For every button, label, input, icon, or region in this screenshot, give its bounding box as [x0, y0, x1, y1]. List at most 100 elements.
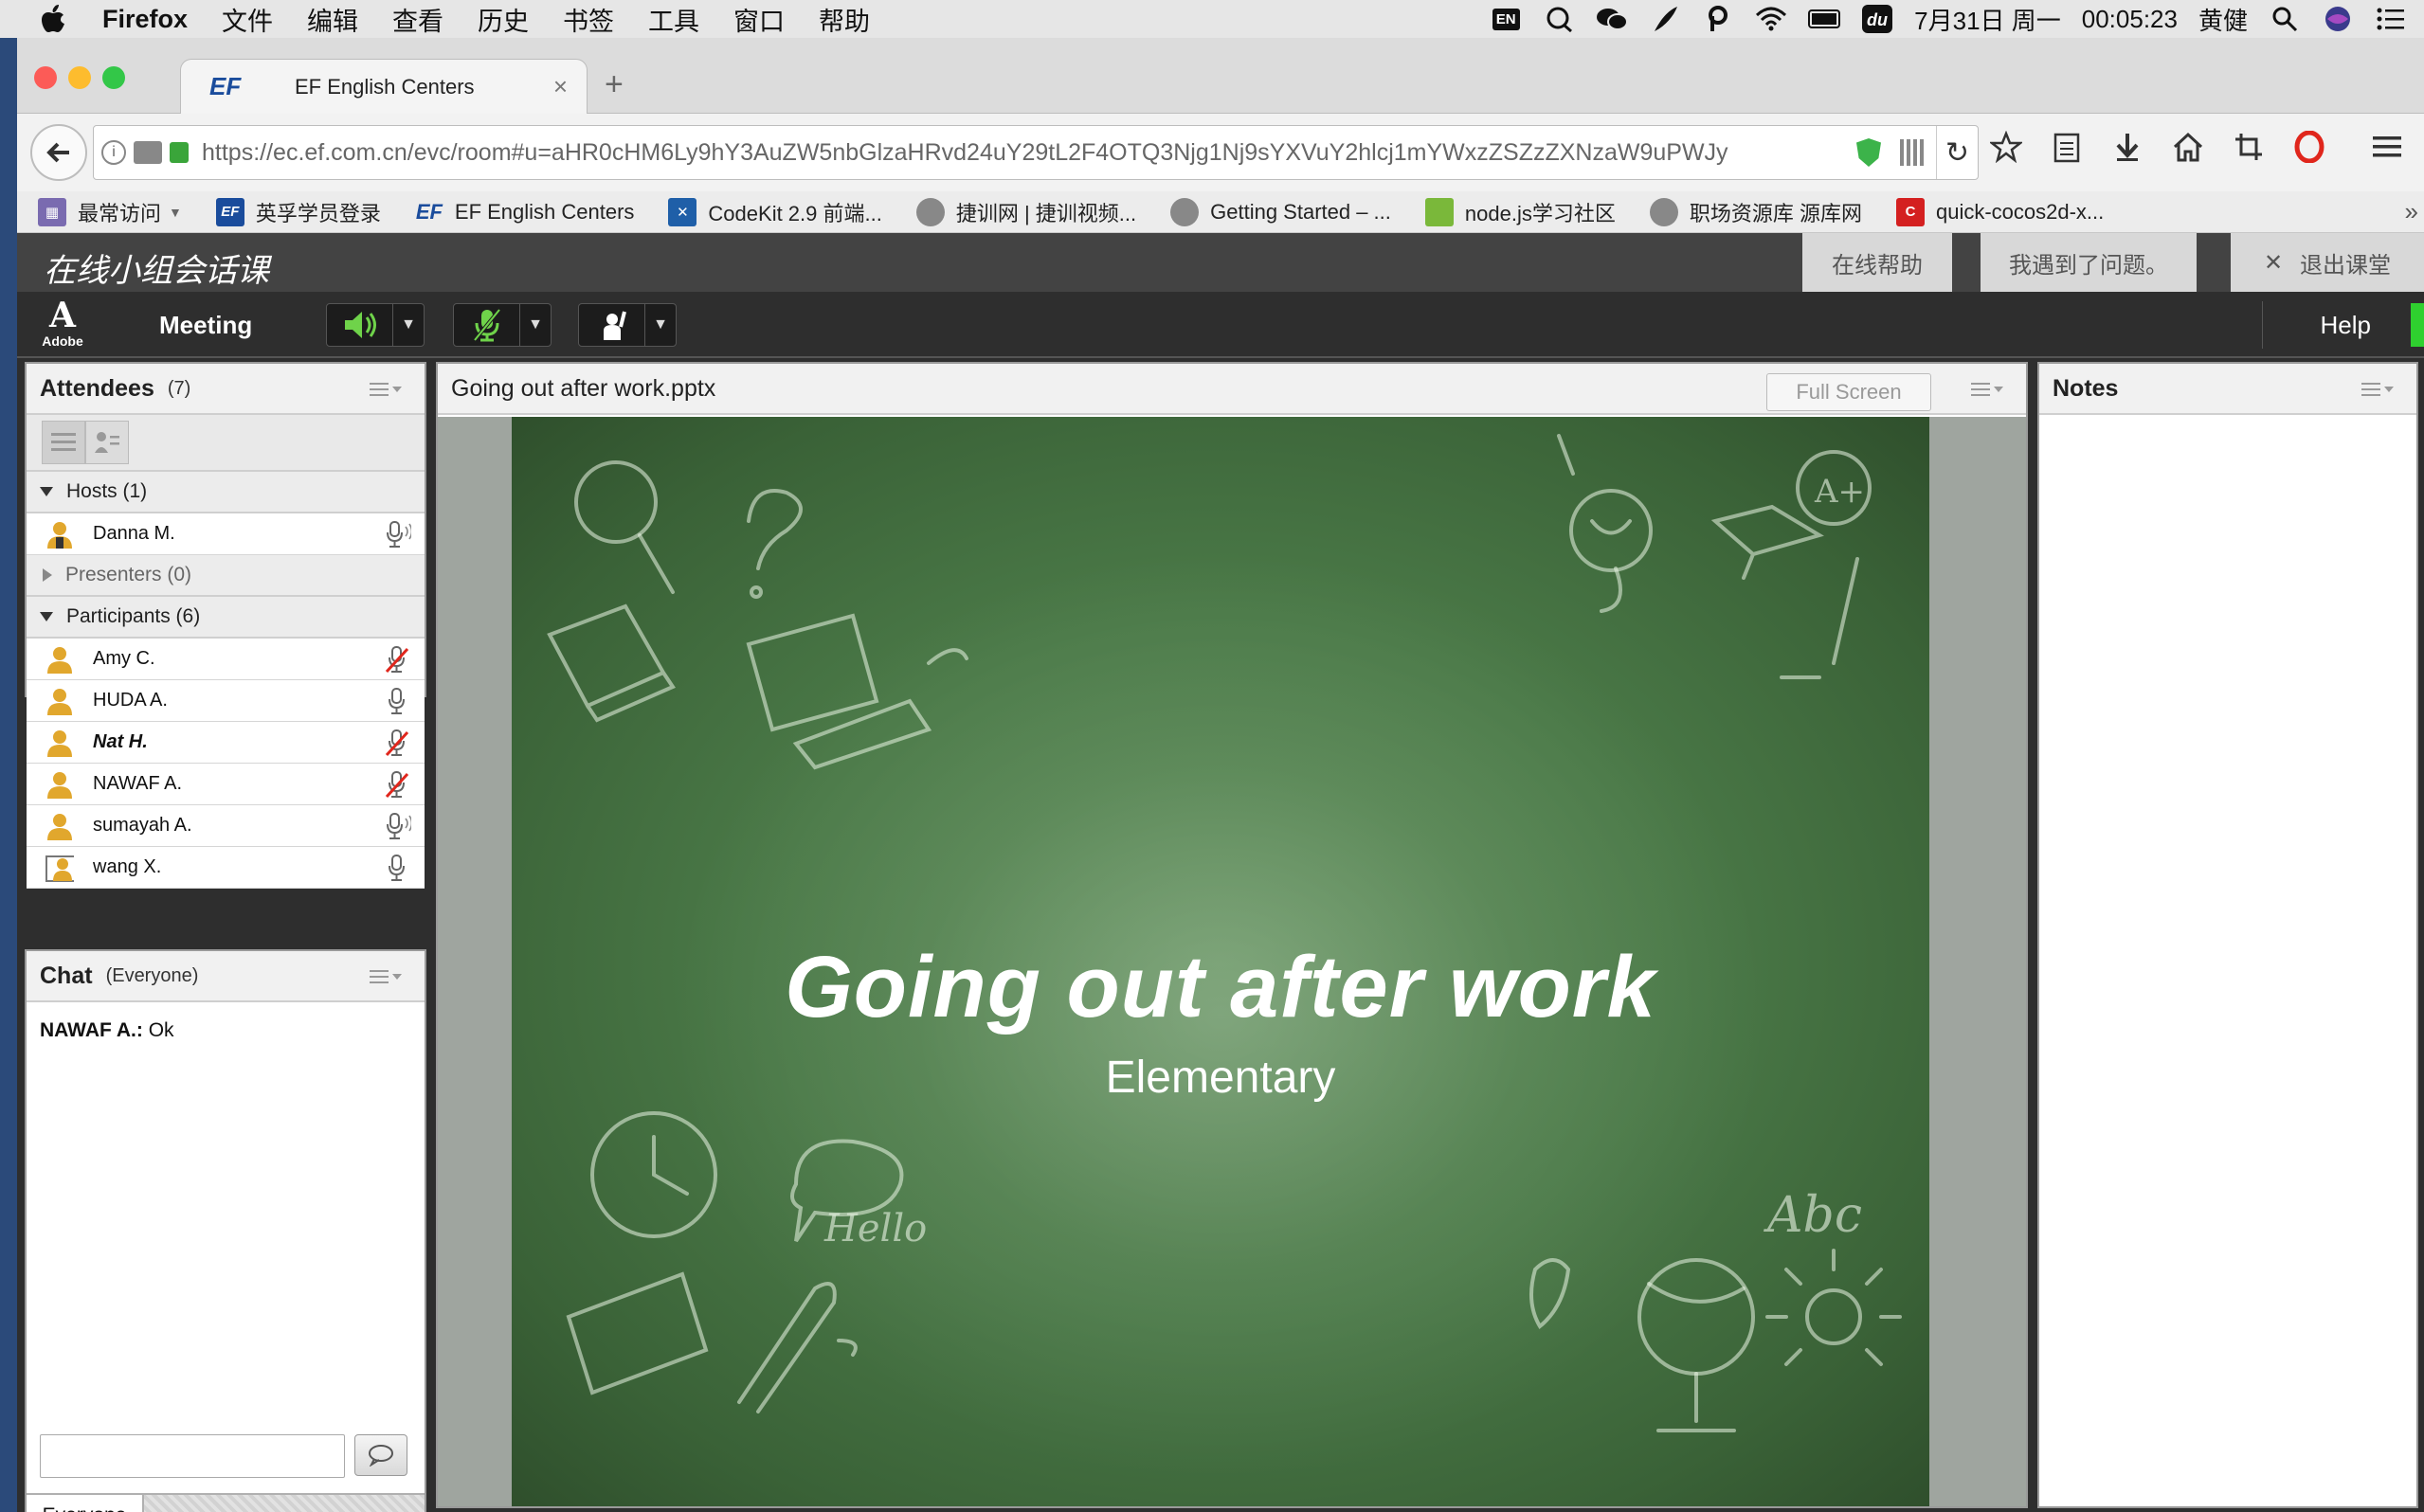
menu-view[interactable]: 查看: [392, 1, 443, 38]
close-tab-icon[interactable]: ×: [553, 72, 568, 101]
chat-input[interactable]: [40, 1434, 345, 1478]
p-app-icon[interactable]: [1702, 5, 1734, 33]
meeting-menu[interactable]: Meeting: [159, 311, 252, 340]
speaker-dropdown-icon[interactable]: ▼: [393, 316, 424, 333]
participants-group-header[interactable]: Participants (6): [27, 597, 425, 639]
hamburger-menu-icon[interactable]: [2369, 129, 2405, 165]
bookmark-nodejs[interactable]: node.js学习社区: [1424, 197, 1616, 227]
chat-tab-label: Everyone: [43, 1504, 127, 1512]
speaker-icon[interactable]: [327, 304, 393, 346]
bookmark-cocos[interactable]: Cquick-cocos2d-x...: [1895, 197, 2104, 226]
maximize-window-button[interactable]: [102, 66, 125, 89]
role-view-icon[interactable]: [85, 421, 129, 464]
attendee-row[interactable]: wang X.: [27, 847, 425, 889]
tab-ef-english-centers[interactable]: EF EF English Centers ×: [180, 59, 588, 114]
notes-content[interactable]: [2039, 417, 2416, 1506]
menu-app-firefox[interactable]: Firefox: [102, 5, 188, 34]
attendee-row[interactable]: sumayah A.: [27, 805, 425, 847]
new-tab-icon[interactable]: +: [605, 66, 624, 103]
back-button[interactable]: [30, 124, 87, 181]
notification-center-icon[interactable]: [2375, 5, 2407, 33]
attendee-row[interactable]: HUDA A.: [27, 680, 425, 722]
attendee-row[interactable]: Amy C.: [27, 639, 425, 680]
raise-hand-control[interactable]: ▼: [578, 303, 677, 347]
microphone-on-icon: [383, 686, 411, 716]
help-menu[interactable]: Help: [2321, 311, 2371, 340]
siri-icon[interactable]: [2322, 5, 2354, 33]
chat-bubble-icon[interactable]: [1543, 5, 1575, 33]
microphone-muted-icon[interactable]: [454, 304, 520, 346]
microphone-speaking-icon: [383, 811, 411, 841]
feather-icon[interactable]: [1649, 5, 1681, 33]
menu-history[interactable]: 历史: [478, 1, 529, 38]
chat-messages: NAWAF A.: Ok: [27, 1002, 425, 1059]
bookmark-frequent[interactable]: ▦ 最常访问 ▼: [38, 197, 182, 227]
home-icon[interactable]: [2170, 129, 2206, 165]
spotlight-search-icon[interactable]: [2269, 5, 2301, 33]
qrcode-icon[interactable]: [1900, 139, 1927, 166]
url-bar[interactable]: i https://ec.ef.com.cn/evc/room#u=aHR0cH…: [93, 125, 1979, 180]
pod-menu-icon[interactable]: [1971, 381, 2003, 398]
battery-icon[interactable]: [1808, 5, 1841, 33]
bookmark-ef-english-centers[interactable]: EF EF English Centers: [415, 198, 635, 226]
reading-list-icon[interactable]: [2049, 129, 2085, 165]
attendee-row[interactable]: Nat H.: [27, 722, 425, 764]
url-text[interactable]: https://ec.ef.com.cn/evc/room#u=aHR0cHM6…: [202, 139, 1847, 167]
bookmark-getting-started[interactable]: Getting Started – ...: [1170, 197, 1391, 226]
menu-help[interactable]: 帮助: [819, 1, 870, 38]
attendee-row[interactable]: NAWAF A.: [27, 764, 425, 805]
bookmark-star-icon[interactable]: [1988, 129, 2024, 165]
download-icon[interactable]: [2109, 129, 2145, 165]
report-problem-button[interactable]: 我遇到了问题。: [1981, 233, 2197, 292]
wifi-icon[interactable]: [1755, 5, 1787, 33]
user-name[interactable]: 黄健: [2198, 2, 2248, 37]
bookmark-codekit[interactable]: ✕ CodeKit 2.9 前端...: [668, 197, 882, 227]
bookmark-jiexun[interactable]: 捷训网 | 捷训视频...: [915, 197, 1136, 227]
full-screen-button[interactable]: Full Screen: [1766, 373, 1931, 411]
wechat-icon[interactable]: [1596, 5, 1629, 33]
crop-screenshot-icon[interactable]: [2231, 129, 2267, 165]
close-window-button[interactable]: [34, 66, 57, 89]
menu-window[interactable]: 窗口: [733, 1, 785, 38]
opera-icon[interactable]: [2291, 129, 2327, 165]
list-view-icon[interactable]: [42, 421, 85, 464]
online-help-button[interactable]: 在线帮助: [1802, 233, 1952, 292]
more-bookmarks-icon[interactable]: »: [2405, 197, 2418, 226]
bookmark-ef-login[interactable]: EF 英孚学员登录: [215, 197, 381, 227]
microphone-dropdown-icon[interactable]: ▼: [520, 316, 551, 333]
pod-menu-icon[interactable]: [2361, 381, 2394, 398]
menu-bookmarks[interactable]: 书签: [563, 1, 614, 38]
clock-time[interactable]: 00:05:23: [2082, 5, 2178, 34]
raise-hand-dropdown-icon[interactable]: ▼: [645, 316, 676, 333]
info-icon[interactable]: i: [101, 140, 126, 165]
speaker-control[interactable]: ▼: [326, 303, 425, 347]
slide-area: Hello Abc A+ Going out after work Elemen…: [438, 417, 2026, 1506]
minimize-window-button[interactable]: [68, 66, 91, 89]
menu-edit[interactable]: 编辑: [307, 1, 358, 38]
input-method-icon[interactable]: EN: [1490, 5, 1522, 33]
shield-icon[interactable]: [1856, 138, 1881, 167]
bookmark-zhichang[interactable]: 职场资源库 源库网: [1649, 197, 1862, 227]
notes-header: Notes: [2039, 364, 2416, 415]
clock-date[interactable]: 7月31日 周一: [1914, 2, 2061, 37]
attendee-row[interactable]: Danna M.: [27, 513, 425, 555]
reload-icon[interactable]: ↻: [1936, 126, 1978, 179]
baidu-icon[interactable]: du: [1861, 5, 1893, 33]
microphone-control[interactable]: ▼: [453, 303, 552, 347]
menu-tools[interactable]: 工具: [648, 1, 699, 38]
attendees-count: (7): [167, 377, 191, 399]
permissions-icon[interactable]: [134, 141, 162, 164]
globe-icon: [1170, 197, 1200, 226]
presenters-group-header[interactable]: Presenters (0): [27, 555, 425, 597]
exit-class-button[interactable]: ✕ 退出课堂: [2231, 233, 2424, 292]
raise-hand-icon[interactable]: [579, 304, 645, 346]
pod-menu-icon[interactable]: [370, 968, 402, 985]
svg-text:du: du: [1867, 10, 1888, 29]
send-chat-button[interactable]: [354, 1434, 407, 1476]
menu-file[interactable]: 文件: [222, 1, 273, 38]
attendee-name: Amy C.: [93, 648, 155, 669]
chat-tab-everyone[interactable]: Everyone: [27, 1495, 144, 1512]
hosts-group-header[interactable]: Hosts (1): [27, 472, 425, 513]
apple-menu-icon[interactable]: [38, 2, 72, 36]
pod-menu-icon[interactable]: [370, 381, 402, 398]
